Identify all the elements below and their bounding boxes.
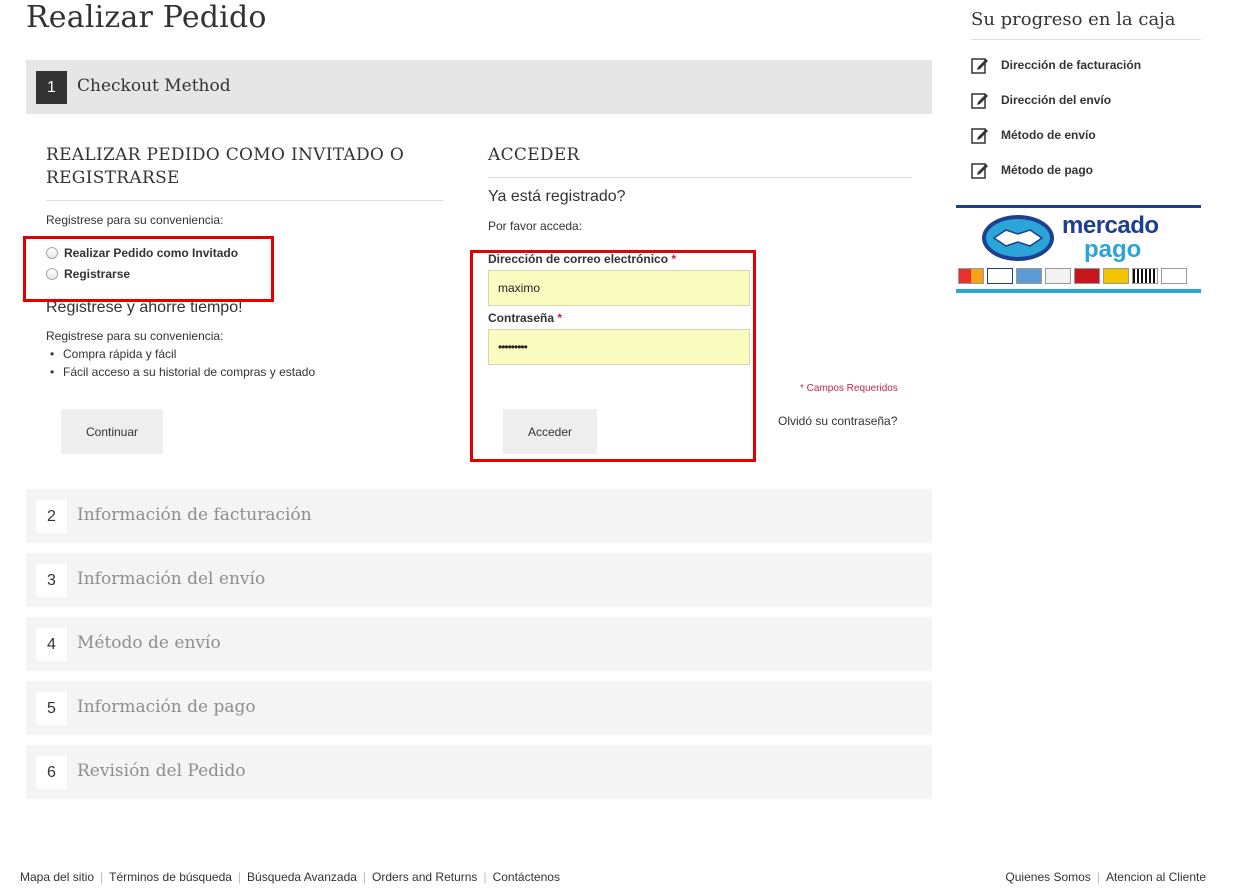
divider <box>488 177 912 178</box>
sidebar-item-label: Método de envío <box>1001 128 1096 142</box>
footer-link[interactable]: Mapa del sitio <box>20 870 94 884</box>
step-payment-info[interactable]: 5 Información de pago <box>26 681 932 735</box>
required-fields-note: * Campos Requeridos <box>800 383 898 394</box>
footer-link[interactable]: Quienes Somos <box>1005 870 1090 884</box>
edit-icon <box>971 163 988 179</box>
step-label: Información del envío <box>77 569 266 589</box>
mastercard-icon <box>958 268 984 284</box>
step-number: 6 <box>36 756 67 789</box>
list-item: Compra rápida y fácil <box>50 345 315 363</box>
forgot-password-link[interactable]: Olvidó su contraseña? <box>778 414 897 428</box>
sidebar-item-label: Dirección del envío <box>1001 93 1112 107</box>
step-label: Checkout Method <box>77 76 231 96</box>
sidebar-item-billing[interactable]: Dirección de facturación <box>971 55 1141 75</box>
step-number: 4 <box>36 628 67 661</box>
pagofacil-icon <box>1161 268 1187 284</box>
sidebar-item-payment-method[interactable]: Método de pago <box>971 160 1093 180</box>
step-label: Información de facturación <box>77 505 312 525</box>
edit-icon <box>971 58 988 74</box>
footer-link[interactable]: Búsqueda Avanzada <box>247 870 357 884</box>
step-number: 3 <box>36 564 67 597</box>
step-label: Método de envío <box>77 633 221 653</box>
sidebar-item-shipping-address[interactable]: Dirección del envío <box>971 90 1111 110</box>
sidebar-title: Su progreso en la caja <box>971 9 1176 30</box>
sidebar-item-label: Método de pago <box>1001 163 1093 177</box>
page-title: Realizar Pedido <box>26 0 267 35</box>
login-section-title: ACCEDER <box>488 145 580 165</box>
step-number: 5 <box>36 692 67 725</box>
login-prompt: Por favor acceda: <box>488 219 583 233</box>
aura-icon <box>1103 268 1129 284</box>
footer-link[interactable]: Orders and Returns <box>372 870 477 884</box>
step-order-review[interactable]: 6 Revisión del Pedido <box>26 745 932 799</box>
hipercard-icon <box>1074 268 1100 284</box>
footer-link[interactable]: Contáctenos <box>493 870 560 884</box>
step-label: Información de pago <box>77 697 256 717</box>
divider <box>46 200 443 201</box>
login-subtitle: Ya está registrado? <box>488 188 626 205</box>
boleto-icon <box>1132 268 1158 284</box>
footer-link[interactable]: Atencion al Cliente <box>1106 870 1206 884</box>
footer-link[interactable]: Términos de búsqueda <box>109 870 232 884</box>
highlight-box <box>470 250 756 462</box>
continue-button[interactable]: Continuar <box>61 409 163 454</box>
mercado-pago-text: pago <box>1084 236 1142 263</box>
step-checkout-method[interactable]: 1 Checkout Method <box>26 60 932 114</box>
step-number: 1 <box>36 71 67 104</box>
step-shipping-info[interactable]: 3 Información del envío <box>26 553 932 607</box>
edit-icon <box>971 93 988 109</box>
step-number: 2 <box>36 500 67 533</box>
mercado-pago-logo: mercado pago <box>956 205 1201 293</box>
payment-cards <box>958 268 1187 284</box>
step-label: Revisión del Pedido <box>77 761 246 781</box>
visa-icon <box>987 268 1013 284</box>
amex-icon <box>1016 268 1042 284</box>
benefits-list: Compra rápida y fácil Fácil acceso a su … <box>50 345 315 381</box>
guest-section-title: REALIZAR PEDIDO COMO INVITADO O REGISTRA… <box>46 145 405 188</box>
sidebar-item-label: Dirección de facturación <box>1001 58 1142 72</box>
benefits-intro: Registrese para su conveniencia: <box>46 329 224 343</box>
divider <box>971 39 1201 40</box>
sidebar-item-shipping-method[interactable]: Método de envío <box>971 125 1096 145</box>
edit-icon <box>971 128 988 144</box>
list-item: Fácil acceso a su historial de compras y… <box>50 363 315 381</box>
diners-icon <box>1045 268 1071 284</box>
guest-intro: Registrese para su conveniencia: <box>46 213 224 227</box>
step-billing[interactable]: 2 Información de facturación <box>26 489 932 543</box>
highlight-box <box>23 236 274 302</box>
footer-links-left: Mapa del sitio | Términos de búsqueda | Bú… <box>20 870 560 884</box>
step-shipping-method[interactable]: 4 Método de envío <box>26 617 932 671</box>
footer-links-right: Quienes Somos | Atencion al Cliente <box>1005 870 1206 884</box>
handshake-icon <box>982 215 1054 261</box>
